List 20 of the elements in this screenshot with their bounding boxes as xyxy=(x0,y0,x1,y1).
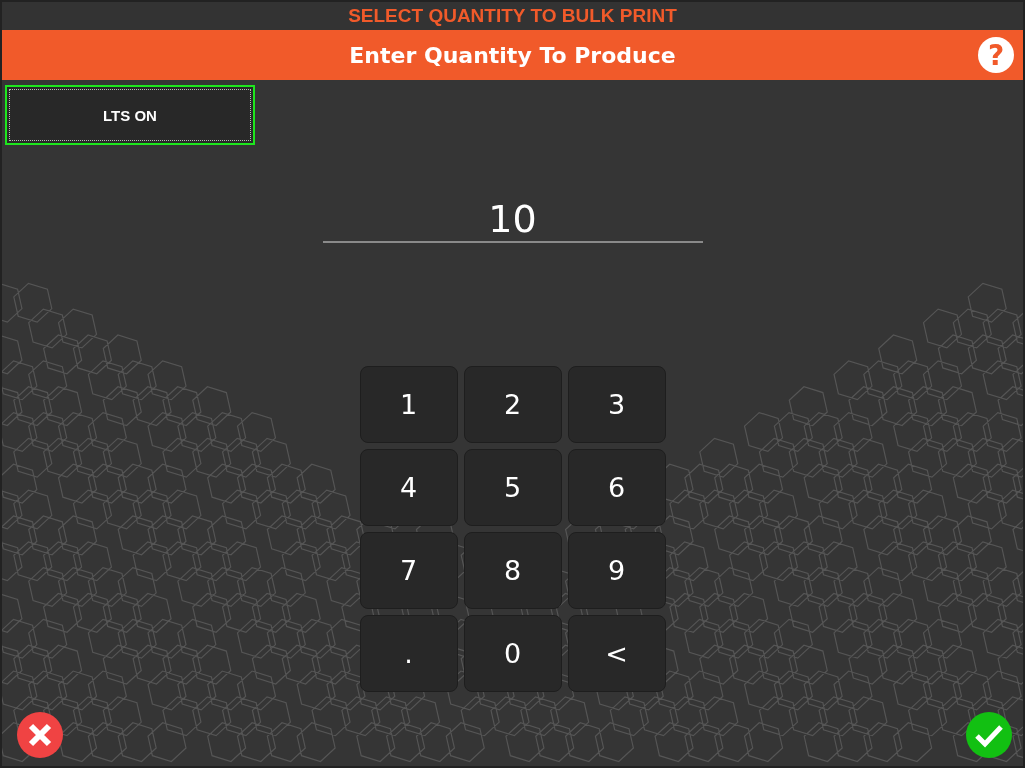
keypad-key[interactable]: 4 xyxy=(359,449,458,526)
keypad-key[interactable]: 6 xyxy=(567,449,666,526)
keypad-key[interactable]: 7 xyxy=(359,532,458,609)
confirm-button[interactable] xyxy=(965,711,1013,759)
keypad-key[interactable]: 9 xyxy=(567,532,666,609)
keypad-key[interactable]: 8 xyxy=(463,532,562,609)
keypad-key[interactable]: 5 xyxy=(463,449,562,526)
screen-title: SELECT QUANTITY TO BULK PRINT xyxy=(348,5,677,27)
keypad-key[interactable]: 0 xyxy=(463,615,562,692)
keypad-key[interactable]: 2 xyxy=(463,366,562,443)
lts-toggle-button[interactable]: LTS ON xyxy=(5,85,255,145)
quantity-field[interactable]: 10 xyxy=(322,197,703,243)
cancel-button[interactable] xyxy=(16,711,64,759)
header-title: Enter Quantity To Produce xyxy=(349,42,676,68)
keypad-key[interactable]: . xyxy=(359,615,458,692)
keypad-key[interactable]: 1 xyxy=(359,366,458,443)
keypad-key[interactable]: 3 xyxy=(567,366,666,443)
checkmark-icon xyxy=(965,711,1013,759)
keypad-key[interactable]: < xyxy=(567,615,666,692)
close-icon xyxy=(16,711,64,759)
